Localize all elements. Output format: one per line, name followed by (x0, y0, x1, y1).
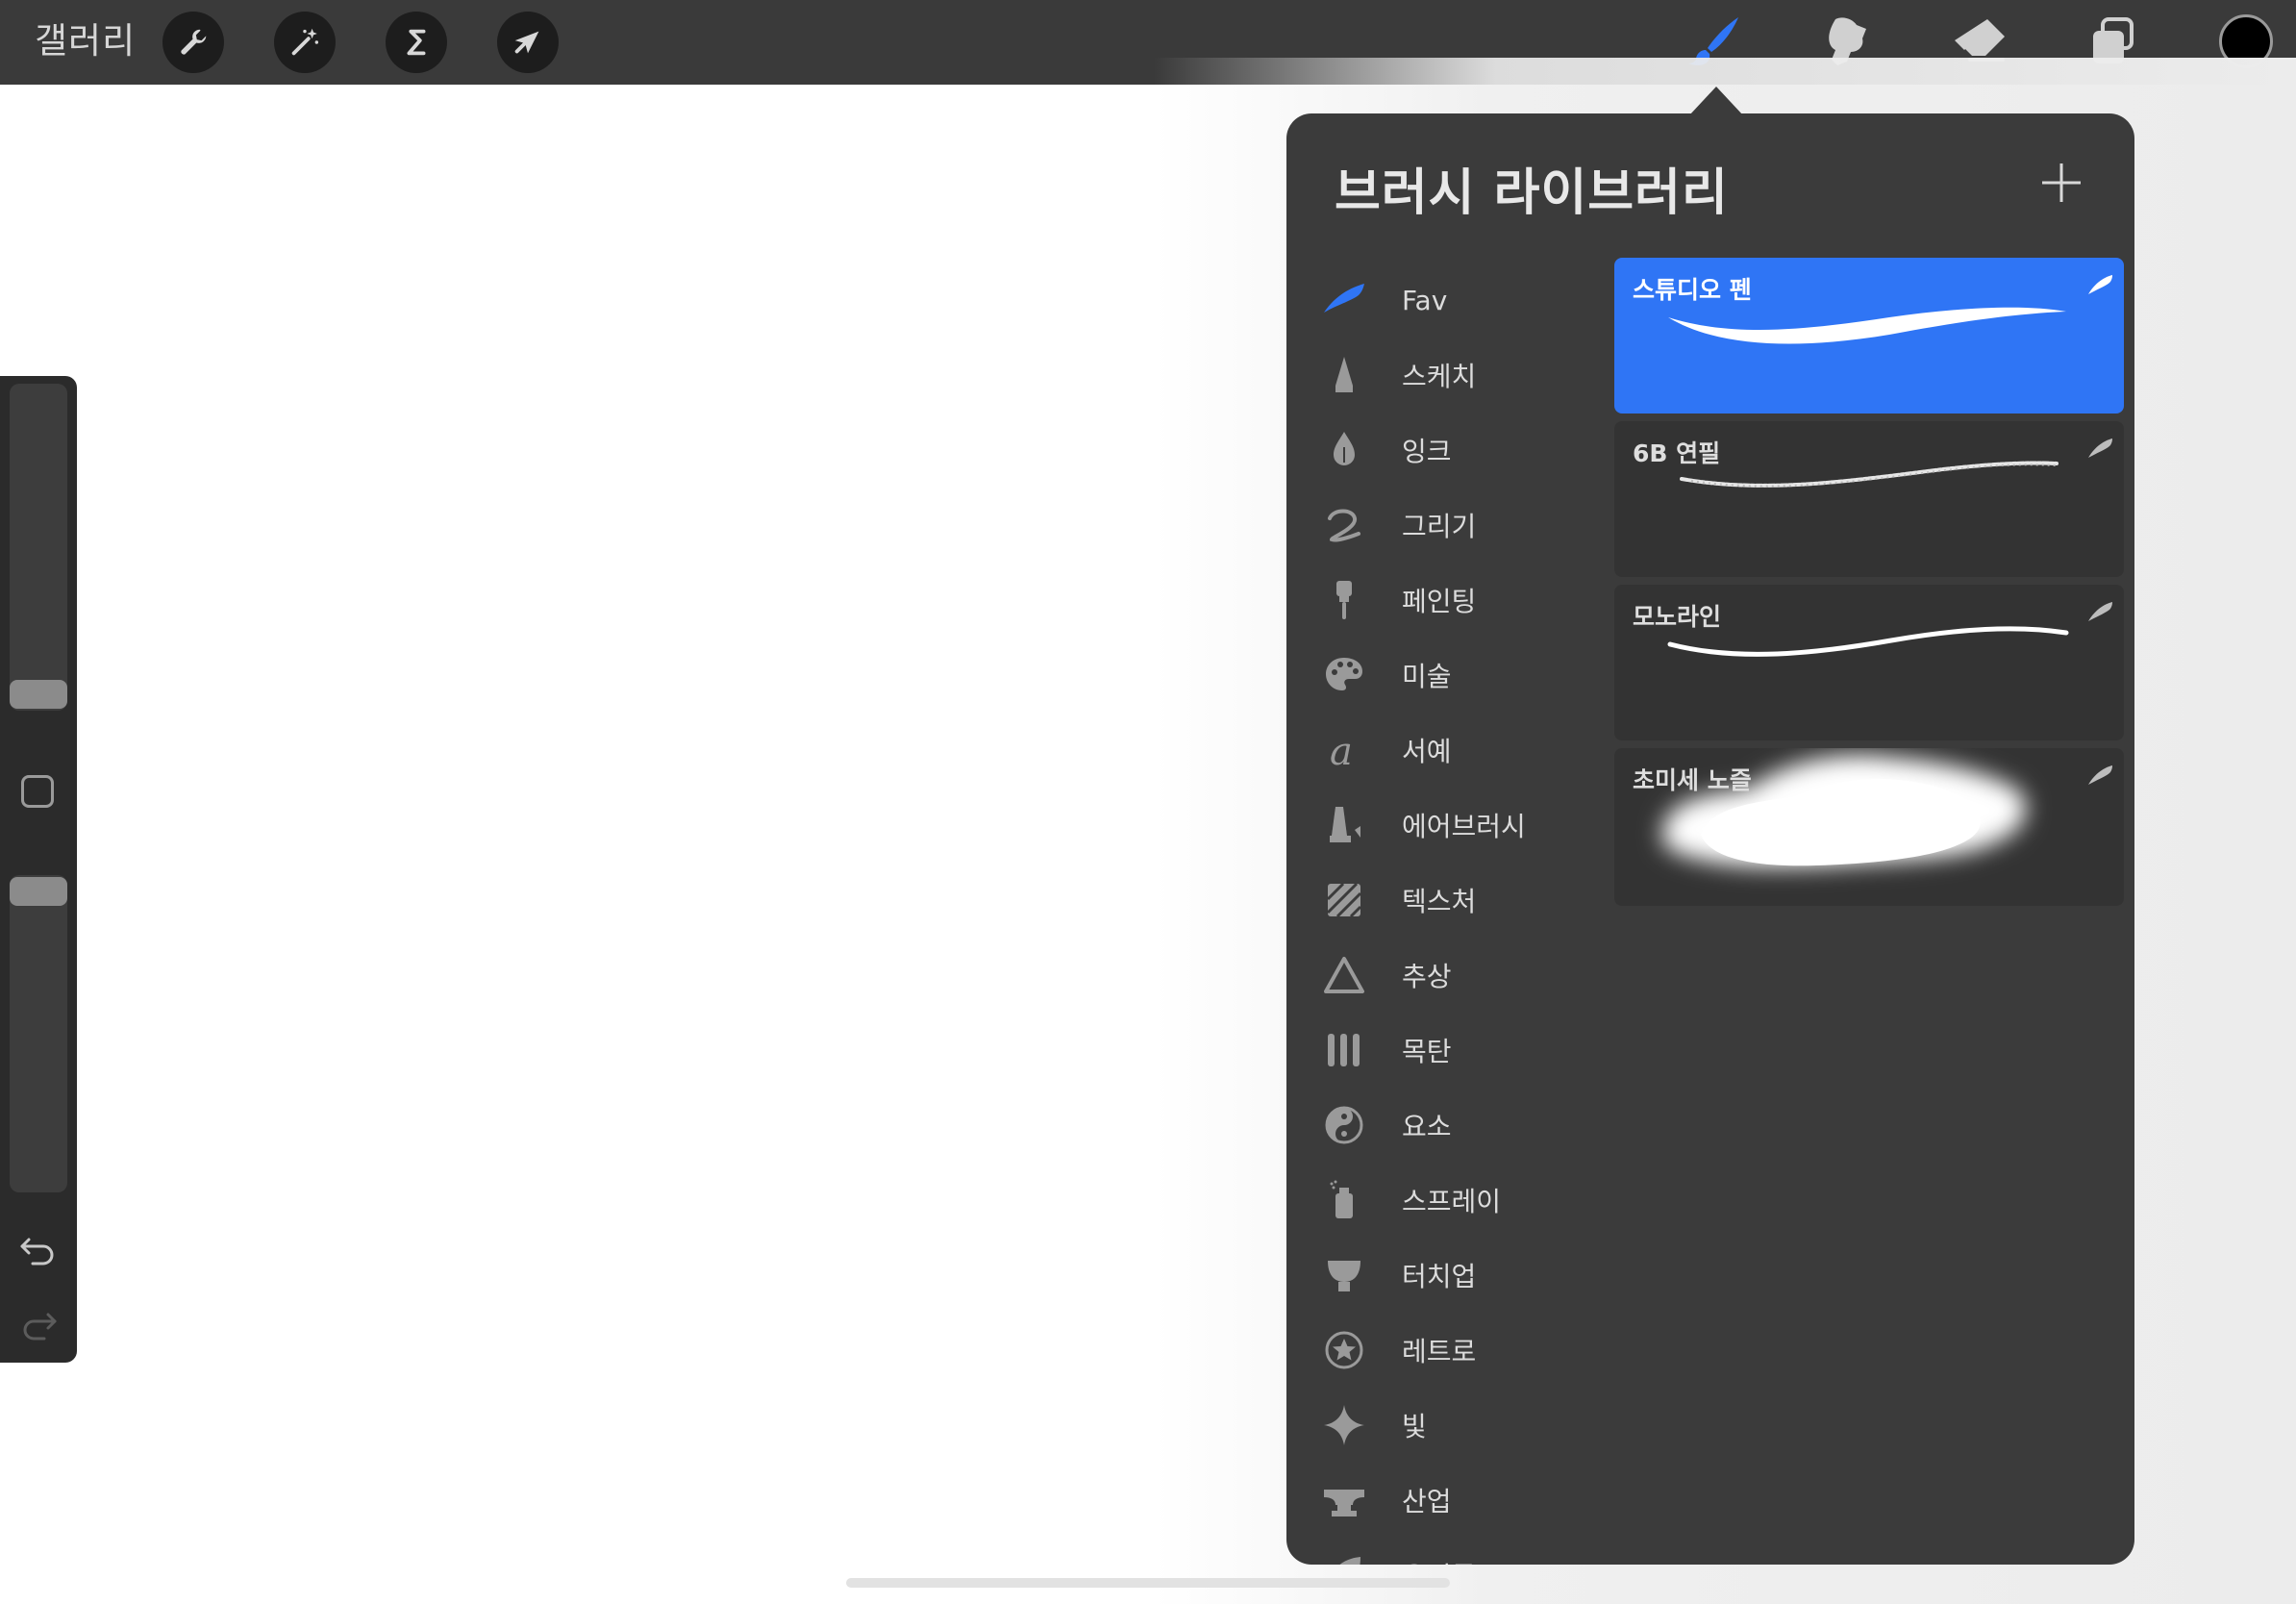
opacity-slider[interactable] (10, 875, 67, 1192)
squiggle-icon (1321, 502, 1367, 548)
gallery-button[interactable]: 갤러리 (35, 17, 136, 65)
category-label: 요소 (1402, 1111, 1452, 1142)
brush-stroke-icon (2088, 765, 2112, 785)
category-airbrush[interactable]: 에어브러시 (1286, 790, 1604, 860)
category-label: 추상 (1402, 961, 1452, 992)
actions-wrench-icon[interactable] (162, 12, 224, 73)
category-label: 스케치 (1402, 361, 1477, 392)
leaf-icon (1321, 1552, 1367, 1565)
category-label: 레트로 (1402, 1336, 1477, 1367)
pencil-tip-icon (1321, 352, 1367, 398)
triangle-icon (1321, 952, 1367, 998)
category-label: 텍스처 (1402, 886, 1477, 917)
star-circle-icon (1321, 1327, 1367, 1373)
category-texture[interactable]: 텍스처 (1286, 865, 1604, 935)
brush-item-monoline[interactable]: 모노라인 (1614, 585, 2124, 740)
home-indicator (846, 1578, 1450, 1588)
plus-icon[interactable] (2038, 160, 2084, 206)
category-drawing[interactable]: 그리기 (1286, 490, 1604, 560)
brush-item-6b-pencil[interactable]: 6B 연필 (1614, 421, 2124, 577)
opacity-slider-thumb[interactable] (10, 877, 67, 906)
paintbrush-icon (1321, 577, 1367, 623)
studio-pen-stroke-preview (1668, 307, 2066, 344)
brush-item-studio-pen[interactable]: 스튜디오 펜 (1614, 258, 2124, 414)
sparkle-icon (1321, 1402, 1367, 1448)
category-label: 서예 (1402, 736, 1452, 767)
category-elements[interactable]: 요소 (1286, 1090, 1604, 1160)
adjustments-magic-wand-icon[interactable] (274, 12, 336, 73)
brush-size-slider-thumb[interactable] (10, 680, 67, 709)
category-label: 페인팅 (1402, 586, 1477, 617)
category-label: 스프레이 (1402, 1186, 1502, 1217)
left-sidebar (0, 376, 77, 1363)
feather-stroke-icon (1321, 277, 1367, 323)
airbrush-icon (1321, 802, 1367, 848)
category-industrial[interactable]: 산업 (1286, 1466, 1604, 1535)
category-abstract[interactable]: 추상 (1286, 940, 1604, 1010)
transform-arrow-icon[interactable] (497, 12, 559, 73)
category-spray[interactable]: 스프레이 (1286, 1165, 1604, 1235)
category-label: 목탄 (1402, 1036, 1452, 1067)
square-modify-icon[interactable] (21, 775, 54, 808)
category-sketch[interactable]: 스케치 (1286, 340, 1604, 410)
category-label: 유기물 (1402, 1556, 1476, 1565)
brush-item-nozzle[interactable]: 초미세 노즐 (1614, 748, 2124, 906)
selection-s-icon[interactable] (386, 12, 447, 73)
panel-pointer (1689, 87, 1743, 115)
category-ink[interactable]: 잉크 (1286, 415, 1604, 485)
category-label: 잉크 (1402, 436, 1452, 467)
spray-can-icon (1321, 1177, 1367, 1223)
monoline-stroke-preview (1667, 626, 2069, 657)
category-label: 터치업 (1402, 1261, 1477, 1292)
category-label: 산업 (1402, 1486, 1452, 1517)
category-touchup[interactable]: 터치업 (1286, 1241, 1604, 1310)
category-label: 에어브러시 (1402, 811, 1526, 842)
category-fav[interactable]: Fav (1286, 265, 1604, 335)
brush-size-slider[interactable] (10, 384, 67, 711)
pencil-stroke-preview (1680, 461, 2059, 488)
category-organic[interactable]: 유기물 (1286, 1541, 1604, 1565)
touchup-brush-icon (1321, 1252, 1367, 1298)
category-label: 그리기 (1402, 511, 1477, 542)
category-luminance[interactable]: 빛 (1286, 1391, 1604, 1460)
category-charcoal[interactable]: 목탄 (1286, 1015, 1604, 1085)
brush-library-title: 브러시 라이브러리 (1335, 164, 1729, 222)
category-artistic[interactable]: 미술 (1286, 640, 1604, 710)
calligraphy-a-icon: a (1321, 727, 1367, 773)
anvil-icon (1321, 1477, 1367, 1523)
brush-name: 초미세 노즐 (1633, 766, 1752, 794)
svg-text:a: a (1330, 730, 1353, 772)
brush-library-panel: 브러시 라이브러리 Fav 스케치 잉크 그리기 페인팅 미술 a 서예 에어브… (1286, 113, 2134, 1565)
category-label: 미술 (1402, 661, 1452, 692)
yin-yang-icon (1321, 1102, 1367, 1148)
category-retro[interactable]: 레트로 (1286, 1316, 1604, 1385)
undo-arrow-icon[interactable] (17, 1228, 60, 1270)
palette-icon (1321, 652, 1367, 698)
charcoal-sticks-icon (1321, 1027, 1367, 1073)
category-label: 빛 (1402, 1411, 1427, 1442)
category-calligraphy[interactable]: a 서예 (1286, 715, 1604, 785)
category-label: Fav (1402, 284, 1448, 316)
category-painting[interactable]: 페인팅 (1286, 565, 1604, 635)
texture-icon (1321, 877, 1367, 923)
redo-arrow-icon[interactable] (17, 1303, 60, 1345)
ink-drop-icon (1321, 427, 1367, 473)
